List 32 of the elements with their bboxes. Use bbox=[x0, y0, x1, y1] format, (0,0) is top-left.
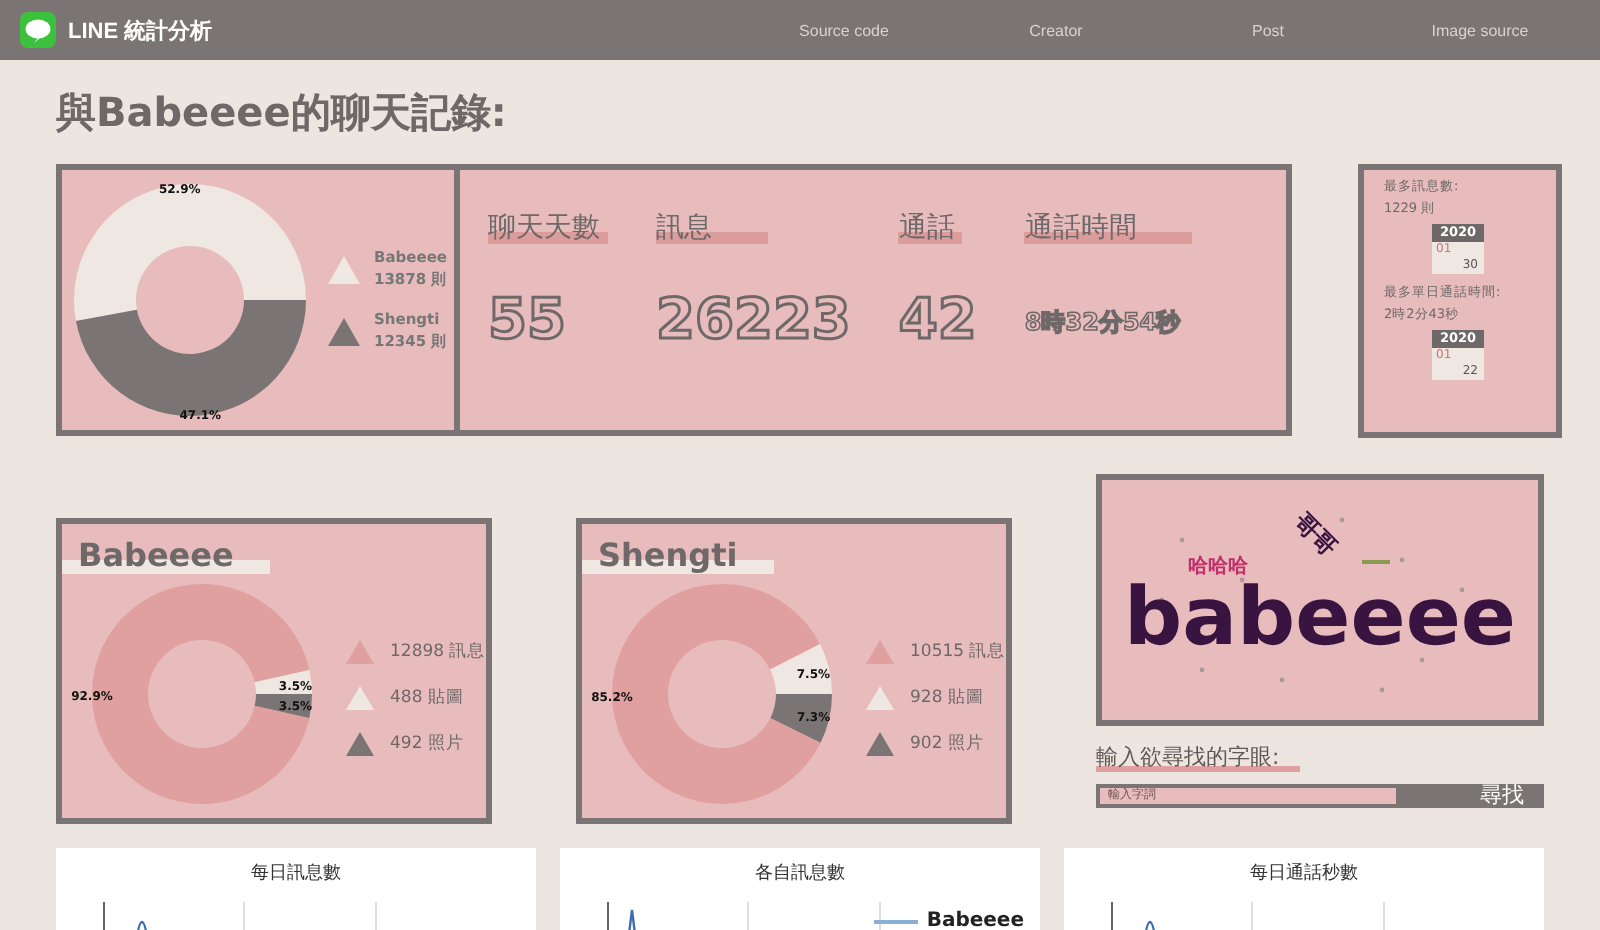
cloud-word: 哥哥 bbox=[1288, 507, 1343, 562]
legend-label: 12898 訊息 bbox=[390, 640, 486, 664]
stat-value: 55 bbox=[488, 286, 568, 352]
chart-title: 各自訊息數 bbox=[755, 861, 845, 886]
cloud-word: babeeee bbox=[1124, 572, 1510, 664]
stat-label: 通話 bbox=[898, 210, 963, 246]
stat-value: 8時32分54秒 bbox=[1024, 306, 1184, 340]
stat-label: 通話時間 bbox=[1024, 210, 1193, 246]
user-name: Shengti bbox=[582, 536, 774, 574]
legend-label: 488 貼圖 bbox=[390, 686, 464, 710]
stat-value: 26223 bbox=[656, 286, 851, 352]
legend-label: 902 照片 bbox=[910, 732, 984, 756]
nav-link[interactable]: Source code bbox=[744, 21, 944, 39]
chart-title: 每日訊息數 bbox=[251, 861, 341, 886]
app-title: LINE 統計分析 bbox=[68, 17, 213, 45]
legend-label: Babeeee bbox=[926, 910, 1024, 930]
stat-value: 42 bbox=[898, 286, 977, 352]
cloud-word: 哈哈哈 bbox=[1188, 556, 1248, 578]
legend-label: 10515 訊息 bbox=[910, 640, 1006, 664]
user-name: Babeeee bbox=[62, 536, 270, 574]
nav-link[interactable]: Post bbox=[1168, 21, 1368, 39]
nav-link[interactable]: Creator bbox=[956, 21, 1156, 39]
legend-line-icon bbox=[874, 917, 919, 925]
chart-title: 每日通話秒數 bbox=[1250, 861, 1358, 886]
nav-link[interactable]: Image source bbox=[1380, 21, 1580, 39]
legend-label: 928 貼圖 bbox=[910, 686, 984, 710]
stat-label: 聊天天數 bbox=[488, 210, 608, 246]
search-label: 輸入欲尋找的字眼: bbox=[1096, 742, 1300, 772]
stat-label: 訊息 bbox=[656, 210, 768, 246]
legend-label: 492 照片 bbox=[390, 732, 464, 756]
chat-bubble-icon bbox=[20, 12, 56, 48]
page-title: 與Babeeee的聊天記錄: bbox=[56, 86, 509, 140]
